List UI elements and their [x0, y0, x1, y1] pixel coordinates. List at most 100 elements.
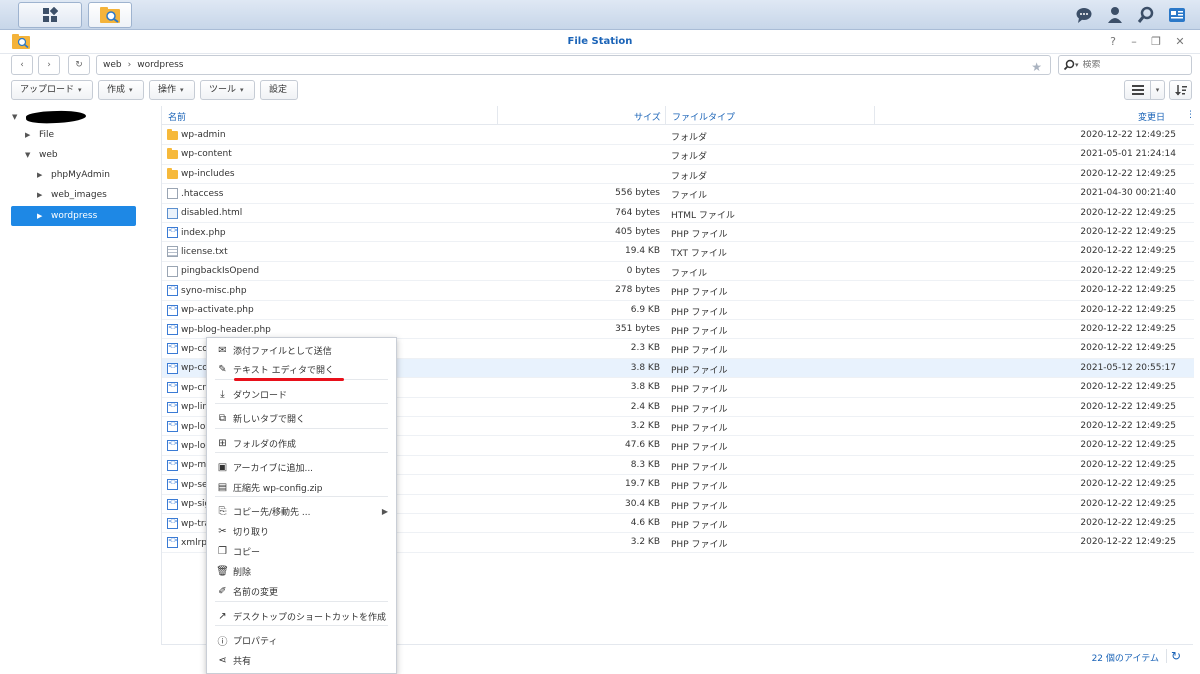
- tree-item-file[interactable]: ▶ File: [25, 125, 54, 145]
- status-divider: [1166, 649, 1167, 663]
- chevron-down-icon: ▾: [240, 86, 244, 94]
- widgets-icon[interactable]: [1164, 4, 1190, 26]
- file-modified: 2020-12-22 12:49:25: [1080, 304, 1176, 315]
- forward-button[interactable]: ›: [38, 55, 60, 75]
- file-name-cell: wp-ma: [167, 459, 212, 471]
- file-modified: 2020-12-22 12:49:25: [1080, 130, 1176, 140]
- address-bar[interactable]: web › wordpress ★: [96, 55, 1051, 75]
- menu-item-share[interactable]: ⋖ 共有: [207, 650, 396, 670]
- menu-item-download[interactable]: ⤓ ダウンロード: [207, 384, 396, 404]
- close-button[interactable]: ✕: [1172, 34, 1188, 50]
- file-name-cell: .htaccess: [167, 188, 223, 200]
- menu-item-label: デスクトップのショートカットを作成: [233, 612, 387, 623]
- help-button[interactable]: ?: [1105, 34, 1121, 50]
- refresh-button[interactable]: ↻: [68, 55, 90, 75]
- search-icon: [1063, 59, 1075, 71]
- menu-item-create-folder[interactable]: ⊞ フォルダの作成: [207, 433, 396, 453]
- menu-item-open-new-tab[interactable]: ⧉ 新しいタブで開く: [207, 408, 396, 428]
- search-icon[interactable]: [1133, 4, 1159, 26]
- php-icon: [167, 479, 178, 491]
- file-name: syno-misc.php: [181, 285, 247, 296]
- tree-item-wordpress[interactable]: ▶ wordpress: [11, 206, 136, 226]
- column-size[interactable]: サイズ: [634, 110, 661, 123]
- column-name[interactable]: 名前: [168, 110, 186, 123]
- back-button[interactable]: ‹: [11, 55, 33, 75]
- file-type: PHP ファイル: [671, 365, 728, 376]
- search-box[interactable]: ▾: [1058, 55, 1192, 75]
- menu-item-open-in-text-editor[interactable]: ✎ テキスト エディタで開く: [207, 359, 396, 379]
- menu-item-copy-move-to[interactable]: ⎘ コピー先/移動先 ... ▶: [207, 501, 396, 521]
- file-size: 30.4 KB: [625, 498, 660, 509]
- file-type: ファイル: [671, 268, 708, 279]
- tree-root[interactable]: ▼: [12, 107, 87, 127]
- settings-button[interactable]: 設定: [260, 80, 298, 100]
- folder-icon: [167, 129, 178, 140]
- sort-button[interactable]: [1169, 80, 1192, 100]
- chevron-down-icon: ▾: [78, 86, 82, 94]
- table-row[interactable]: index.php 405 bytes PHP ファイル 2020-12-22 12:…: [162, 223, 1194, 243]
- table-row[interactable]: wp-content フォルダ 2021-05-01 21:24:14: [162, 145, 1194, 165]
- menu-separator: [215, 496, 388, 497]
- table-row[interactable]: pingbackIsOpend 0 bytes ファイル 2020-12-22 12:…: [162, 262, 1194, 282]
- tree-item-web-images[interactable]: ▶ web_images: [37, 185, 107, 205]
- menu-item-cut[interactable]: ✂ 切り取り: [207, 521, 396, 541]
- star-icon[interactable]: ★: [1031, 58, 1042, 76]
- upload-button[interactable]: アップロード ▾: [11, 80, 93, 100]
- table-row[interactable]: license.txt 19.4 KB TXT ファイル 2020-12-22 12:…: [162, 242, 1194, 262]
- window-title: File Station: [567, 36, 633, 47]
- file-station-taskbar-button[interactable]: [88, 2, 132, 28]
- menu-item-label: プロパティ: [233, 636, 278, 647]
- user-icon[interactable]: [1102, 4, 1128, 26]
- file-name-cell: wp-content: [167, 148, 232, 160]
- file-modified: 2020-12-22 12:49:25: [1080, 440, 1176, 451]
- view-dropdown-button[interactable]: ▾: [1150, 80, 1165, 100]
- chevron-right-icon: ›: [47, 60, 51, 70]
- chevron-down-icon: ▼: [12, 113, 18, 121]
- menu-item-add-to-archive[interactable]: ▣ アーカイブに追加...: [207, 457, 396, 477]
- create-button[interactable]: 作成 ▾: [98, 80, 144, 100]
- table-row[interactable]: disabled.html 764 bytes HTML ファイル 2020-12-2…: [162, 204, 1194, 223]
- breadcrumb-web[interactable]: web: [103, 56, 122, 74]
- file-type: フォルダ: [671, 171, 708, 182]
- menu-item-copy[interactable]: ❐ コピー: [207, 541, 396, 561]
- table-row[interactable]: wp-admin フォルダ 2020-12-22 12:49:25: [162, 126, 1194, 146]
- menu-item-send-as-attachment[interactable]: ✉ 添付ファイルとして送信: [207, 340, 396, 360]
- column-options-icon[interactable]: ⋮: [1186, 110, 1195, 120]
- php-icon: [167, 498, 178, 510]
- menu-item-rename[interactable]: ✐ 名前の変更: [207, 581, 396, 601]
- table-row[interactable]: wp-includes フォルダ 2020-12-22 12:49:25: [162, 165, 1194, 185]
- file-modified: 2020-12-22 12:49:25: [1080, 324, 1176, 334]
- chat-icon[interactable]: [1071, 4, 1097, 26]
- file-modified: 2020-12-22 12:49:25: [1080, 168, 1176, 179]
- chevron-down-icon[interactable]: ▾: [1075, 61, 1079, 69]
- file-type: PHP ファイル: [671, 521, 728, 531]
- table-row[interactable]: syno-misc.php 278 bytes PHP ファイル 2020-12-22…: [162, 281, 1194, 301]
- search-input[interactable]: [1082, 60, 1173, 70]
- menu-item-properties[interactable]: ⓘ プロパティ: [207, 630, 396, 650]
- refresh-icon[interactable]: ↻: [1171, 649, 1181, 663]
- main-menu-button[interactable]: [18, 2, 82, 28]
- file-modified: 2020-12-22 12:49:25: [1080, 343, 1176, 354]
- red-underline-annotation: [234, 378, 344, 381]
- menu-item-delete[interactable]: 🗑 削除: [207, 561, 396, 581]
- menu-item-create-desktop-shortcut[interactable]: ↗ デスクトップのショートカットを作成: [207, 606, 396, 626]
- tree-item-phpmyadmin[interactable]: ▶ phpMyAdmin: [37, 165, 110, 185]
- breadcrumb-wordpress[interactable]: wordpress: [137, 56, 183, 74]
- file-icon: [167, 188, 178, 200]
- column-type[interactable]: ファイルタイプ: [672, 110, 735, 123]
- column-modified[interactable]: 変更日: [1138, 110, 1165, 123]
- open-in-text-editor-icon: ✎: [218, 363, 227, 375]
- file-type: フォルダ: [671, 133, 708, 143]
- maximize-button[interactable]: ❐: [1148, 34, 1164, 50]
- tools-button[interactable]: ツール ▾: [200, 80, 255, 100]
- php-icon: [167, 440, 178, 452]
- file-name: wp-activate.php: [181, 305, 254, 316]
- menu-item-compress-to-zip[interactable]: ▤ 圧縮先 wp-config.zip: [207, 477, 396, 497]
- table-row[interactable]: wp-activate.php 6.9 KB PHP ファイル 2020-12-22 …: [162, 301, 1194, 320]
- minimize-button[interactable]: –: [1126, 34, 1142, 50]
- table-row[interactable]: .htaccess 556 bytes ファイル 2021-04-30 00:21:4…: [162, 184, 1194, 204]
- list-view-button[interactable]: [1124, 80, 1151, 100]
- folder-icon: [167, 167, 178, 179]
- tree-item-web[interactable]: ▼ web: [25, 145, 58, 165]
- action-button[interactable]: 操作 ▾: [149, 80, 195, 100]
